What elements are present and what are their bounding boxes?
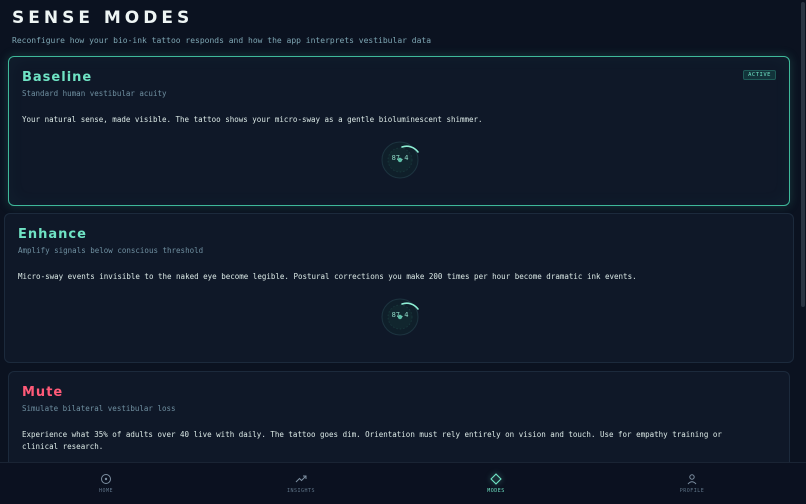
user-icon [687,474,697,485]
mode-card-baseline[interactable]: Baseline ACTIVE Standard human vestibula… [8,56,790,206]
sway-dial: 87.4 [380,297,420,337]
mode-description: Micro-sway events invisible to the naked… [18,272,637,281]
mode-subtitle: Standard human vestibular acuity [22,89,167,98]
dial-value: 87.4 [391,154,409,162]
mode-description: Your natural sense, made visible. The ta… [22,115,483,124]
dial-value: 87.4 [391,311,409,319]
nav-item-home[interactable]: HOME [66,463,146,504]
nav-label: HOME [98,488,114,494]
scrollbar[interactable] [801,2,805,307]
diamond-icon [490,473,502,485]
sway-dial: 87.4 [380,140,420,180]
page-subtitle: Reconfigure how your bio-ink tattoo resp… [12,36,432,45]
nav-label: MODES [487,488,505,494]
mode-description: Experience what 35% of adults over 40 li… [22,430,722,451]
nav-item-insights[interactable]: INSIGHTS [261,463,341,504]
active-badge: ACTIVE [743,70,776,80]
bottom-nav: HOME INSIGHTS MODES PROFILE [0,462,806,504]
nav-item-modes[interactable]: MODES [456,463,536,504]
mode-subtitle: Simulate bilateral vestibular loss [22,404,176,413]
compass-icon [101,474,111,484]
mode-title: Mute [22,385,64,400]
nav-item-profile[interactable]: PROFILE [652,463,732,504]
page-title: SENSE MODES [12,8,194,28]
mode-title: Baseline [22,70,93,85]
mode-card-mute[interactable]: Mute Simulate bilateral vestibular loss … [8,371,790,471]
mode-title: Enhance [18,227,87,242]
sense-modes-screen: SENSE MODES Reconfigure how your bio-ink… [0,0,806,504]
mode-subtitle: Amplify signals below conscious threshol… [18,246,204,255]
page-header: SENSE MODES Reconfigure how your bio-ink… [12,9,431,45]
mode-card-enhance[interactable]: Enhance Amplify signals below conscious … [4,213,794,363]
nav-label: INSIGHTS [286,488,316,494]
trend-icon [295,475,307,483]
nav-label: PROFILE [679,488,705,494]
